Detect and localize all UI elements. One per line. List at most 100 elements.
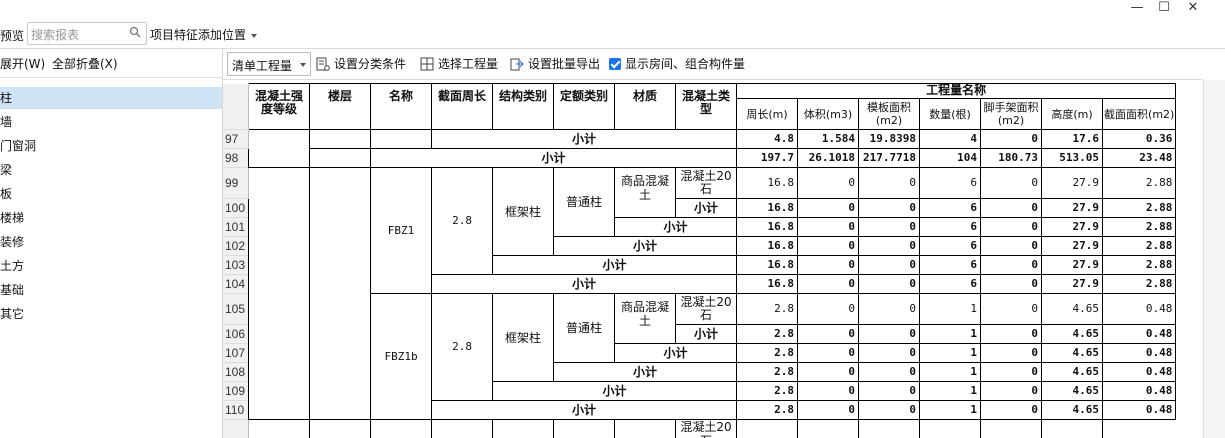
value-cell: 0 — [980, 381, 1043, 401]
value-cell: 19.8398 — [858, 129, 921, 149]
value-cell: 0 — [797, 217, 860, 237]
value-cell: 0.48 — [1102, 381, 1177, 401]
tree-toolbar: 展开(W) 全部折叠(X) — [0, 49, 222, 78]
tree-item[interactable]: 装修 — [0, 231, 222, 253]
col-header-quantity[interactable]: 模板面积(m2) — [858, 98, 921, 130]
quota-type-cell: 普通柱 — [553, 167, 616, 237]
row-number: 109 — [223, 381, 250, 401]
value-cell: 16.8 — [736, 198, 799, 218]
col-header-quantity[interactable]: 数量(根) — [919, 98, 982, 130]
show-rooms-checkbox[interactable]: 显示房间、组合构件量 — [609, 55, 745, 72]
col-header-name[interactable]: 名称 — [370, 83, 433, 130]
row-number: 97 — [223, 129, 250, 149]
col-header-material[interactable]: 材质 — [614, 83, 677, 130]
col-header-quantity[interactable]: 截面面积(m2) — [1102, 98, 1177, 130]
subtotal-label: 小计 — [492, 255, 738, 275]
component-name-cell: FBZ1 — [370, 167, 433, 294]
table-row[interactable]: 97 小计 4.8 1.584 19.8398 4 0 17.6 0.36 — [223, 129, 1177, 168]
report-table: 混凝土强度等级 楼层 名称 截面周长 结构类别 定额类别 材质 混凝土类型 工程… — [223, 83, 1177, 438]
col-header-floor[interactable]: 楼层 — [309, 83, 372, 130]
table-row[interactable]: 混凝土20石 — [223, 419, 1176, 438]
subtotal-label: 小计 — [431, 400, 738, 420]
perimeter-cell: 2.8 — [431, 293, 494, 401]
table-row[interactable]: 99 FBZ1 2.8 框架柱 普通柱 商品混凝土 混凝土20石 16.8 0 0 6 0 27.9 2.… — [223, 167, 1177, 420]
quantity-type-value: 清单工程量 — [232, 59, 293, 73]
col-header-quantity[interactable]: 体积(m3) — [797, 98, 860, 130]
quantity-toolbar: 清单工程量 设置分类条件 选择工程量 设置批量导出 显示房间、组合构件量 — [223, 49, 1203, 80]
row-number: 110 — [223, 400, 250, 420]
tree-item[interactable]: 梁 — [0, 159, 222, 181]
col-header-quantity[interactable]: 高度(m) — [1041, 98, 1104, 130]
col-header-quota-type[interactable]: 定额类别 — [553, 83, 616, 130]
value-cell: 0 — [797, 362, 860, 382]
minimize-button[interactable]: — — [1123, 0, 1151, 16]
tree-item[interactable]: 门窗洞 — [0, 135, 222, 157]
value-cell: 1 — [919, 293, 982, 325]
export-icon — [510, 58, 524, 71]
batch-export-button[interactable]: 设置批量导出 — [510, 55, 600, 72]
quantity-type-select[interactable]: 清单工程量 — [227, 52, 311, 76]
value-cell: 197.7 — [736, 148, 799, 168]
maximize-button[interactable]: ☐ — [1150, 0, 1178, 16]
tree-item[interactable]: 其它 — [0, 303, 222, 325]
tree-item[interactable]: 柱 — [0, 87, 222, 109]
close-button[interactable]: ✕ — [1179, 0, 1207, 16]
subtotal-label: 小计 — [370, 148, 738, 168]
subtotal-label: 小计 — [553, 362, 738, 382]
value-cell: 4.65 — [1041, 381, 1104, 401]
value-cell: 0 — [980, 400, 1043, 420]
subtotal-label: 小计 — [553, 236, 738, 256]
report-search-input[interactable]: 搜索报表 — [27, 22, 147, 45]
select-project-button[interactable]: 选择工程量 — [420, 55, 498, 72]
tree-item[interactable]: 楼梯 — [0, 207, 222, 229]
tree-item[interactable]: 墙 — [0, 111, 222, 133]
tree-item[interactable]: 土方 — [0, 255, 222, 277]
expand-all-button[interactable]: 展开(W) — [0, 55, 45, 72]
search-placeholder: 搜索报表 — [31, 28, 80, 42]
col-group-quantity-name: 工程量名称 — [736, 83, 1177, 99]
set-category-button[interactable]: 设置分类条件 — [316, 55, 406, 72]
col-header-perimeter[interactable]: 截面周长 — [431, 83, 494, 130]
value-cell: 0 — [797, 274, 860, 294]
value-cell: 2.88 — [1102, 198, 1177, 218]
tree-item[interactable]: 板 — [0, 183, 222, 205]
collapse-all-button[interactable]: 全部折叠(X) — [52, 55, 118, 72]
preview-label[interactable]: 预览 — [0, 27, 24, 44]
header-row: 混凝土强度等级 楼层 名称 截面周长 结构类别 定额类别 材质 混凝土类型 工程… — [223, 83, 1177, 130]
value-cell: 2.88 — [1102, 255, 1177, 275]
col-header-concrete-type[interactable]: 混凝土类型 — [675, 83, 738, 130]
table-cell — [370, 419, 433, 438]
value-cell: 0.48 — [1102, 343, 1177, 363]
search-icon[interactable] — [129, 26, 141, 41]
project-feature-position-dropdown[interactable]: 项目特征添加位置 — [150, 26, 258, 43]
value-cell: 0 — [858, 167, 921, 199]
report-tree-panel: 展开(W) 全部折叠(X) 柱墙门窗洞梁板楼梯 装修 土方 基础 其它 — [0, 49, 223, 438]
value-cell: 0 — [980, 217, 1043, 237]
value-cell: 0 — [797, 198, 860, 218]
value-cell: 0 — [858, 255, 921, 275]
table-cell — [858, 419, 921, 438]
col-header-struct-type[interactable]: 结构类别 — [492, 83, 555, 130]
value-cell: 0 — [858, 198, 921, 218]
component-name-cell: FBZ1b — [370, 293, 433, 420]
show-rooms-label: 显示房间、组合构件量 — [625, 57, 746, 71]
title-bar: — ☐ ✕ — [0, 0, 1225, 18]
col-header-quantity[interactable]: 周长(m) — [736, 98, 799, 130]
value-cell: 0.48 — [1102, 293, 1177, 325]
value-cell: 0 — [980, 293, 1043, 325]
value-cell: 0 — [858, 362, 921, 382]
value-cell: 4 — [919, 129, 982, 149]
value-cell: 17.6 — [1041, 129, 1104, 149]
value-cell: 6 — [919, 236, 982, 256]
concrete-type-cell: 混凝土20石 — [675, 293, 738, 325]
table-row[interactable]: 98 小计 197.7 26.1018 217.7718 104 180.73 513.05 2… — [223, 148, 1177, 168]
row-number: 104 — [223, 274, 250, 294]
value-cell: 6 — [919, 167, 982, 199]
value-cell: 1 — [919, 362, 982, 382]
value-cell: 0.48 — [1102, 400, 1177, 420]
value-cell: 104 — [919, 148, 982, 168]
tree-item[interactable]: 基础 — [0, 279, 222, 301]
value-cell: 2.88 — [1102, 217, 1177, 237]
col-header-grade[interactable]: 混凝土强度等级 — [248, 83, 311, 130]
col-header-quantity[interactable]: 脚手架面积(m2) — [980, 98, 1043, 130]
